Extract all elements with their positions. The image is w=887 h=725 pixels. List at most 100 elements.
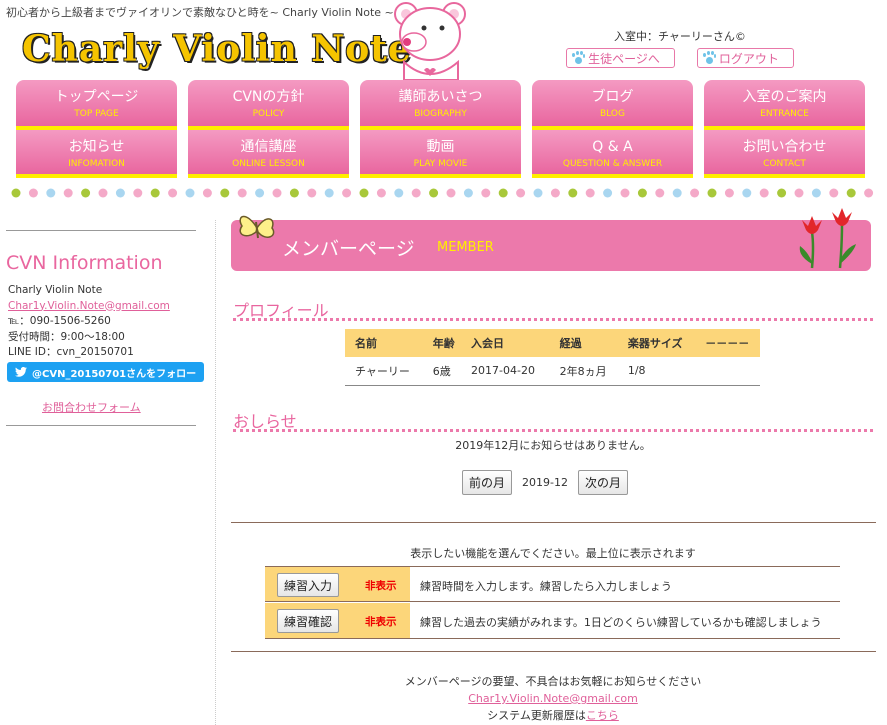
footer-history-link[interactable]: こちら: [586, 709, 619, 722]
decorative-dot-border: [11, 188, 874, 198]
paw-icon: [571, 51, 586, 65]
visibility-status[interactable]: 非表示: [365, 614, 397, 629]
decorative-dot: [516, 188, 526, 198]
banner-title: メンバーページ: [282, 238, 415, 260]
decorative-dot: [168, 188, 178, 198]
practice-input-button[interactable]: 練習入力: [277, 573, 340, 597]
nav-label: 通信講座: [240, 139, 297, 155]
nav-top-page[interactable]: トップページ TOP PAGE: [16, 80, 177, 130]
nav-information[interactable]: お知らせ INFOMATION: [16, 130, 177, 178]
decorative-dot: [829, 188, 839, 198]
logout-button[interactable]: ログアウト: [696, 48, 794, 68]
twitter-follow-label: @CVN_20150701さんをフォロー: [32, 368, 197, 380]
nav-policy[interactable]: CVNの方針 POLICY: [188, 80, 349, 130]
decorative-dot: [237, 188, 247, 198]
contact-form-link[interactable]: お問合わせフォーム: [42, 399, 141, 415]
decorative-dot: [394, 188, 404, 198]
feature-row-practice-review: 練習確認 非表示 練習した過去の実績がみれます。1日どのくらい練習しているかも確…: [265, 603, 840, 639]
footer-history: システム更新履歴はこちら: [233, 707, 873, 724]
nav-qa[interactable]: Q & A QUESTION & ANSWER: [532, 130, 693, 178]
decorative-dot: [707, 188, 717, 198]
bear-mascot-image: [394, 2, 466, 80]
sidebar-info: Charly Violin Note Char1y.Violin.Note@gm…: [8, 283, 170, 361]
nav-label: CVNの方針: [232, 89, 305, 105]
decorative-dot: [533, 188, 543, 198]
column-separator: [215, 220, 216, 725]
nav-label: Q & A: [592, 139, 633, 155]
decorative-dot: [811, 188, 821, 198]
nav-label: お問い合わせ: [742, 139, 827, 155]
decorative-dot: [98, 188, 108, 198]
user-box: 入室中：チャーリーさん© 生徒ページへ ログアウト: [560, 28, 800, 68]
decorative-dot: [672, 188, 682, 198]
decorative-dot: [133, 188, 143, 198]
decorative-dot: [498, 188, 508, 198]
decorative-dot: [376, 188, 386, 198]
table-row: チャーリー 6歳 2017-04-20 2年8ヵ月 1/8: [345, 357, 760, 386]
prev-month-button[interactable]: 前の月: [462, 470, 513, 495]
news-message: 2019年12月にお知らせはありません。: [455, 439, 651, 452]
decorative-dot: [568, 188, 578, 198]
nav-label: ブログ: [591, 89, 634, 105]
practice-review-button[interactable]: 練習確認: [277, 609, 340, 633]
nav-sublabel: POLICY: [252, 109, 285, 119]
decorative-dot: [742, 188, 752, 198]
features-intro: 表示したい機能を選んでください。最上位に表示されます: [410, 547, 696, 560]
nav-label: トップページ: [54, 89, 139, 105]
current-month: 2019-12: [522, 476, 568, 489]
feature-description: 練習した過去の実績がみれます。1日どのくらい練習しているかも確認しましょう: [420, 616, 822, 629]
sidebar-top-divider: [6, 230, 196, 231]
student-page-button[interactable]: 生徒ページへ: [566, 48, 675, 68]
nav-sublabel: ENTRANCE: [760, 109, 809, 119]
decorative-dot: [777, 188, 787, 198]
section-divider: [231, 651, 876, 652]
student-page-label: 生徒ページへ: [588, 51, 660, 66]
column-header: 経過: [549, 329, 618, 357]
decorative-dot: [446, 188, 456, 198]
table-cell: 2年8ヵ月: [549, 357, 618, 386]
nav-entrance[interactable]: 入室のご案内 ENTRANCE: [704, 80, 865, 130]
nav-sublabel: INFOMATION: [68, 159, 125, 169]
decorative-dot: [185, 188, 195, 198]
decorative-dot: [342, 188, 352, 198]
decorative-dot: [603, 188, 613, 198]
decorative-dot: [759, 188, 769, 198]
column-header: 入会日: [461, 329, 550, 357]
sidebar-name: Charly Violin Note: [8, 284, 103, 296]
footer-email-link[interactable]: Char1y.Violin.Note@gmail.com: [233, 690, 873, 707]
nav-sublabel: TOP PAGE: [74, 109, 119, 119]
decorative-dot: [481, 188, 491, 198]
table-cell: 1/8: [617, 357, 696, 386]
footer-request-text: メンバーページの要望、不具合はお気軽にお知らせください: [404, 675, 702, 688]
site-tagline: 初心者から上級者までヴァイオリンで素敵なひと時を~ Charly Violin …: [6, 6, 394, 19]
user-status: 入室中：チャーリーさん©: [614, 30, 746, 43]
decorative-dot: [81, 188, 91, 198]
footer-history-text: システム更新履歴は: [487, 709, 586, 722]
nav-biography[interactable]: 講師あいさつ BIOGRAPHY: [360, 80, 521, 130]
sidebar-hours: 受付時間：9:00～18:00: [8, 330, 125, 343]
next-month-button[interactable]: 次の月: [577, 470, 628, 495]
decorative-dot: [411, 188, 421, 198]
column-header: 名前: [345, 329, 423, 357]
decorative-dot: [202, 188, 212, 198]
decorative-dot: [794, 188, 804, 198]
nav-blog[interactable]: ブログ BLOG: [532, 80, 693, 130]
twitter-follow-button[interactable]: @CVN_20150701さんをフォロー: [7, 362, 204, 382]
decorative-dot: [846, 188, 856, 198]
nav-label: 講師あいさつ: [398, 89, 483, 105]
nav-contact[interactable]: お問い合わせ CONTACT: [704, 130, 865, 178]
nav-label: 入室のご案内: [742, 89, 827, 105]
site-logo[interactable]: Charly Violin Note: [22, 28, 412, 70]
table-cell: 6歳: [422, 357, 462, 386]
decorative-dot: [46, 188, 56, 198]
nav-sublabel: QUESTION & ANSWER: [562, 159, 663, 169]
nav-online-lesson[interactable]: 通信講座 ONLINE LESSON: [188, 130, 349, 178]
nav-play-movie[interactable]: 動画 PLAY MOVIE: [360, 130, 521, 178]
visibility-status[interactable]: 非表示: [365, 578, 397, 593]
nav-sublabel: ONLINE LESSON: [232, 159, 305, 169]
sidebar-email-link[interactable]: Char1y.Violin.Note@gmail.com: [8, 299, 170, 315]
decorative-dot: [220, 188, 230, 198]
news-heading: おしらせ: [233, 408, 873, 432]
logout-label: ログアウト: [718, 51, 779, 66]
decorative-dot: [620, 188, 630, 198]
